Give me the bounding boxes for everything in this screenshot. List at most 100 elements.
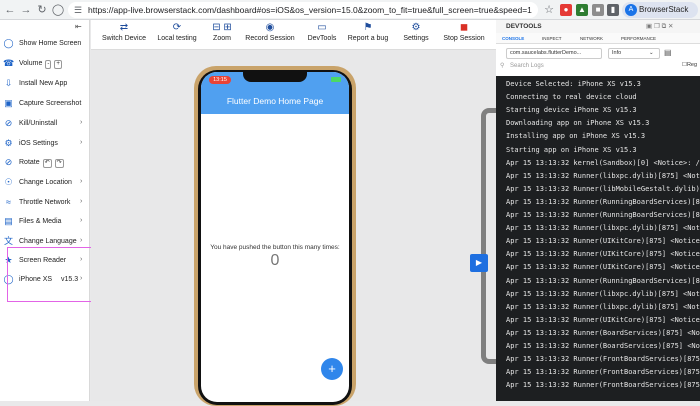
log-line: Apr 15 13:13:32 Runner(FrontBoardService… (506, 381, 700, 390)
tab-performance[interactable]: PERFORMANCE (621, 33, 656, 44)
log-line: Apr 15 13:13:32 Runner(FrontBoardService… (506, 368, 700, 377)
devtools-icon: ▭ (317, 22, 327, 33)
switch-device-button[interactable]: ⇄ Switch Device (101, 20, 147, 50)
site-info-icon[interactable]: ◯ (50, 2, 66, 18)
log-line: Apr 15 13:13:32 Runner(UIKitCore)[875] <… (506, 237, 700, 246)
settings-button[interactable]: ⚙ Settings (398, 20, 434, 50)
chevron-down-icon: ⌄ (649, 50, 654, 56)
log-line: Apr 15 13:13:32 Runner(UIKitCore)[875] <… (506, 315, 700, 324)
avatar: A (625, 4, 637, 16)
sidebar-item-label: Show Home Screen (19, 40, 82, 47)
install-icon: ⇩ (4, 78, 13, 88)
local-testing-button[interactable]: ⟳ Local testing (155, 20, 199, 50)
sidebar-item-files[interactable]: ▤ Files & Media › (0, 213, 90, 232)
sidebar-item-home[interactable]: ◯ Show Home Screen (0, 35, 90, 54)
sidebar-item-network[interactable]: ≈ Throttle Network › (0, 194, 90, 213)
stop-session-button[interactable]: ◼ Stop Session (441, 20, 487, 50)
battery-icon (331, 77, 341, 82)
profile-chip[interactable]: A BrowserStack (622, 2, 698, 18)
session-toolbar: ⇄ Switch Device ⟳ Local testing ⊟ ⊞ Zoom… (91, 20, 496, 50)
rotate-left-button[interactable]: ↶ (42, 159, 52, 168)
browser-chrome: ← → ↻ ◯ ☰ https://app-live.browserstack.… (0, 0, 700, 20)
extension-icon[interactable]: ● (560, 4, 572, 16)
stop-icon: ◼ (459, 22, 469, 33)
sidebar-item-label: Install New App (19, 80, 68, 87)
volume-icon: ☎ (3, 58, 15, 68)
log-line: Apr 15 13:13:32 Runner(UIKitCore)[875] <… (506, 263, 700, 272)
sidebar-item-location[interactable]: ☉ Change Location › (0, 174, 90, 193)
sidebar-item-label: Volume (19, 60, 43, 67)
regex-checkbox[interactable]: ☐Reg (682, 62, 697, 68)
reload-icon[interactable]: ↻ (34, 2, 50, 18)
app-title: Flutter Demo Home Page (226, 96, 324, 106)
sidebar-item-label: Change Language (19, 238, 77, 245)
sidebar-item-screenshot[interactable]: ▣ Capture Screenshot (0, 95, 90, 114)
zoom-control[interactable]: ⊟ ⊞ Zoom (204, 20, 240, 50)
switch-device-icon: ⇄ (119, 22, 129, 33)
devtools-filters: com.saucelabs.flutterDemo... Info ⌄ ▤ ⚲ … (496, 44, 700, 74)
search-icon: ⚲ (500, 63, 505, 69)
location-icon: ☉ (4, 177, 13, 187)
log-line: Apr 15 13:13:32 Runner(RunningBoardServi… (506, 276, 700, 285)
back-icon[interactable]: ← (2, 2, 18, 18)
extensions-puzzle-icon[interactable]: ■ (592, 4, 604, 16)
tab-console[interactable]: CONSOLE (502, 33, 524, 44)
network-icon: ≈ (6, 197, 11, 207)
forward-icon[interactable]: → (18, 2, 34, 18)
log-line: Apr 15 13:13:32 Runner(libxpc.dylib)[875… (506, 289, 700, 298)
tab-network[interactable]: NETWORK (580, 33, 603, 44)
devtools-panel: DEVTOOLS ▣ ❐ ⧉ ✕ CONSOLE INSPECT NETWORK… (496, 20, 700, 401)
log-line: Connecting to real device cloud (506, 93, 637, 102)
sidebar-item-kill[interactable]: ⊘ Kill/Uninstall › (0, 115, 90, 134)
log-line: Installing app on iPhone XS v15.3 (506, 132, 646, 141)
log-line: Starting app on iPhone XS v15.3 (506, 145, 637, 154)
home-circle-icon: ◯ (3, 38, 14, 48)
sidebar-item-label: Capture Screenshot (19, 100, 82, 107)
tab-inspect[interactable]: INSPECT (542, 33, 562, 44)
report-bug-button[interactable]: ⚑ Report a bug (347, 20, 389, 50)
sidebar-item-label: iOS Settings (19, 140, 58, 147)
sidebar-item-label: Files & Media (19, 218, 62, 225)
volume-down-button[interactable]: - (45, 60, 52, 69)
extension-icon[interactable]: ▲ (576, 4, 588, 16)
devtools-button[interactable]: ▭ DevTools (304, 20, 340, 50)
volume-up-button[interactable]: + (54, 60, 62, 69)
sidebar-item-ios-settings[interactable]: ⚙ iOS Settings › (0, 135, 90, 154)
files-icon: ▤ (4, 216, 13, 226)
app-select[interactable]: com.saucelabs.flutterDemo... (506, 48, 602, 59)
sidepanel-icon[interactable]: ▮ (607, 4, 619, 16)
log-line: Device Selected: iPhone XS v15.3 (506, 80, 641, 88)
log-line: Apr 15 13:13:32 Runner(BoardServices)[87… (506, 328, 700, 337)
app-bar: 13:15 Flutter Demo Home Page (201, 72, 349, 114)
log-line: Apr 15 13:13:32 Runner(FrontBoardService… (506, 355, 700, 364)
bookmark-star-icon[interactable]: ☆ (541, 2, 557, 18)
devtools-title: DEVTOOLS ▣ ❐ ⧉ ✕ (496, 20, 700, 33)
sidebar-item-label: Throttle Network (19, 199, 71, 206)
kill-icon: ⊘ (4, 118, 13, 128)
filter-options-icon[interactable]: ▤ (664, 48, 672, 57)
rotate-right-button[interactable]: ↷ (54, 159, 64, 168)
devtools-toggle-button[interactable]: ▶ (470, 254, 488, 272)
log-level-select[interactable]: Info ⌄ (608, 48, 660, 59)
increment-fab-button[interactable]: + (321, 358, 343, 380)
status-time: 13:15 (209, 76, 231, 84)
sidebar-item-label: Rotate (19, 159, 40, 166)
log-line: Apr 15 13:13:32 Runner(RunningBoardServi… (506, 197, 700, 206)
url-text: https://app-live.browserstack.com/dashbo… (88, 5, 532, 15)
chevron-right-icon: › (80, 198, 83, 205)
sidebar-item-install[interactable]: ⇩ Install New App (0, 75, 90, 94)
record-icon: ◉ (265, 22, 275, 33)
address-bar[interactable]: ☰ https://app-live.browserstack.com/dash… (68, 2, 538, 18)
collapse-sidebar-icon[interactable]: ⇤ (75, 22, 82, 31)
local-testing-icon: ⟳ (172, 22, 182, 33)
chevron-right-icon: › (80, 217, 83, 224)
device-screen[interactable]: 13:15 Flutter Demo Home Page You have pu… (201, 72, 349, 402)
chevron-right-icon: › (80, 139, 83, 146)
chevron-right-icon: › (80, 178, 83, 185)
record-session-button[interactable]: ◉ Record Session (244, 20, 296, 50)
devtools-window-icons[interactable]: ▣ ❐ ⧉ ✕ (646, 20, 673, 33)
search-input[interactable]: ⚲ Search Logs (500, 61, 660, 71)
log-line: Apr 15 13:13:32 Runner(libxpc.dylib)[875… (506, 302, 700, 311)
chevron-right-icon: › (80, 237, 83, 244)
site-settings-icon[interactable]: ☰ (74, 2, 82, 18)
